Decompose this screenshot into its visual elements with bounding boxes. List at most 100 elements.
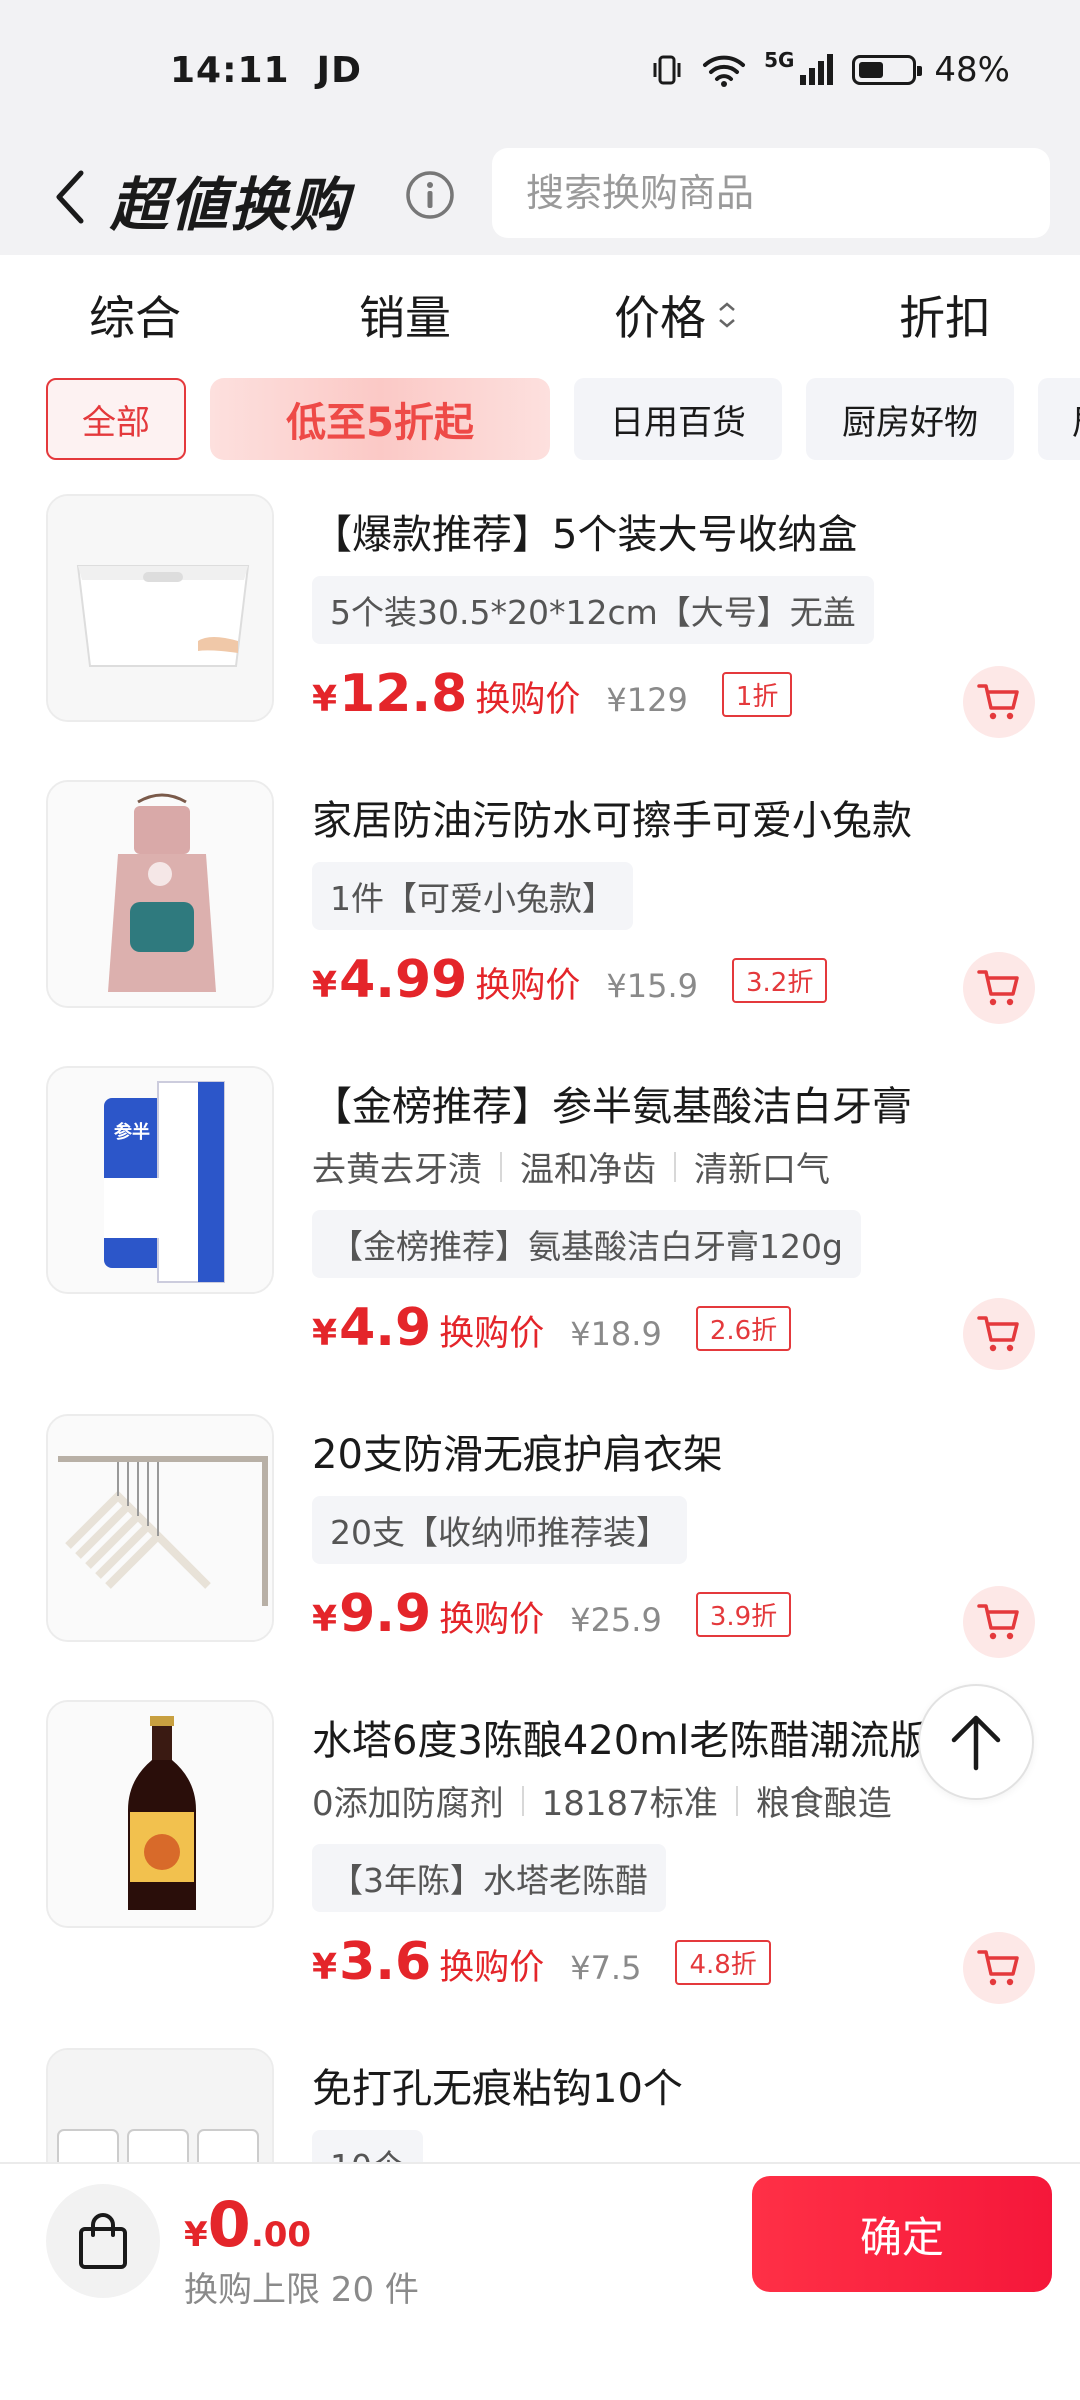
bottom-bar: ¥0.00 换购上限 20 件 确定 [0, 2162, 1080, 2400]
discount-badge: 2.6折 [695, 1306, 792, 1351]
header: 超値换购 [0, 140, 1080, 255]
product-image-storage-box[interactable] [46, 494, 274, 722]
cart-icon [977, 1316, 1019, 1352]
tab-sales[interactable]: 销量 [270, 255, 540, 375]
shopping-bag-icon [79, 2213, 127, 2269]
battery-icon [852, 55, 923, 85]
exchange-price: ¥3.6 [312, 1932, 432, 1992]
original-price: ¥7.5 [570, 1949, 642, 1987]
tab-label: 销量 [359, 291, 451, 345]
product-item[interactable]: 【爆款推荐】5个装大号收纳盒 5个装30.5*20*12cm【大号】无盖 ¥12… [0, 480, 1080, 766]
exchange-price-label: 换购价 [439, 1948, 545, 1988]
product-spec[interactable]: 【金榜推荐】氨基酸洁白牙膏120g [312, 1210, 861, 1278]
price-row: ¥4.99 换购价 ¥15.9 3.2折 [312, 950, 828, 1010]
cart-icon [977, 970, 1019, 1006]
tag: 0添加防腐剂 [312, 1784, 504, 1824]
tag: 清新口气 [694, 1150, 830, 1190]
product-image-brand-text: 参半 [114, 1122, 150, 1143]
add-to-cart-button[interactable] [963, 1932, 1035, 2004]
price-row: ¥4.9 换购价 ¥18.9 2.6折 [312, 1298, 792, 1358]
chip-all[interactable]: 全部 [46, 378, 186, 460]
exchange-price: ¥4.99 [312, 950, 468, 1010]
exchange-price: ¥4.9 [312, 1298, 432, 1358]
info-icon[interactable] [405, 170, 455, 220]
network-type: 5G [764, 48, 795, 72]
search-input[interactable] [526, 171, 1050, 215]
product-tags: 去黄去牙渍 温和净齿 清新口气 [312, 1142, 830, 1191]
original-price: ¥25.9 [570, 1601, 662, 1639]
exchange-price-label: 换购价 [439, 1600, 545, 1640]
tag-divider [500, 1151, 502, 1182]
discount-badge: 4.8折 [675, 1940, 771, 1985]
product-image-toothpaste[interactable]: 参半 [46, 1066, 274, 1294]
exchange-limit: 换购上限 20 件 [184, 2270, 419, 2310]
tag: 去黄去牙渍 [312, 1150, 482, 1190]
original-price: ¥15.9 [606, 967, 698, 1005]
status-icons: 5G 48% [650, 48, 1010, 90]
exchange-price: ¥12.8 [312, 664, 468, 724]
add-to-cart-button[interactable] [963, 1298, 1035, 1370]
scroll-to-top-button[interactable] [918, 1684, 1034, 1800]
tab-label: 综合 [89, 291, 181, 345]
exchange-bag-button[interactable] [46, 2184, 160, 2298]
product-title: 【爆款推荐】5个装大号收纳盒 [312, 512, 858, 558]
price-row: ¥9.9 换购价 ¥25.9 3.9折 [312, 1584, 792, 1644]
search-box[interactable] [492, 148, 1050, 238]
arrow-up-icon [951, 1715, 1001, 1771]
product-image-apron[interactable] [46, 780, 274, 1008]
product-title: 免打孔无痕粘钩10个 [312, 2066, 683, 2112]
tag-divider [735, 1785, 738, 1816]
tag: 粮食酿造 [755, 1784, 892, 1824]
chip-daily[interactable]: 日用百货 [574, 378, 782, 460]
sort-tabs: 综合 销量 价格 折扣 [0, 255, 1080, 375]
status-bar: 14:11 JD 5G 48% [0, 0, 1080, 140]
tag-divider [674, 1151, 676, 1182]
product-spec[interactable]: 1件【可爱小兔款】 [312, 862, 633, 930]
tab-comprehensive[interactable]: 综合 [0, 255, 270, 375]
price-row: ¥3.6 换购价 ¥7.5 4.8折 [312, 1932, 771, 1992]
product-item[interactable]: 20支防滑无痕护肩衣架 20支【收纳师推荐装】 ¥9.9 换购价 ¥25.9 3… [0, 1400, 1080, 1686]
category-chips: 全部 低至5折起 日用百货 厨房好物 居 [46, 378, 1080, 460]
tag: 18187标准 [541, 1784, 718, 1824]
cart-icon [977, 1604, 1019, 1640]
page-title: 超値换购 [110, 171, 351, 239]
confirm-button[interactable]: 确定 [752, 2176, 1052, 2292]
product-spec[interactable]: 5个装30.5*20*12cm【大号】无盖 [312, 576, 874, 644]
chip-more[interactable]: 居 [1038, 378, 1080, 460]
sort-arrows-icon [718, 302, 736, 328]
tab-discount[interactable]: 折扣 [810, 255, 1080, 375]
tag-divider [521, 1785, 524, 1816]
product-title: 20支防滑无痕护肩衣架 [312, 1432, 723, 1478]
back-button[interactable] [40, 162, 100, 232]
tab-label: 折扣 [899, 291, 991, 345]
discount-badge: 3.2折 [732, 958, 828, 1003]
product-image-hangers[interactable] [46, 1414, 274, 1642]
discount-badge: 1折 [721, 672, 793, 717]
page: 14:11 JD 5G 48% 超値换购 综合 销量 价格 折扣 [0, 0, 1080, 2400]
status-time: 14:11 JD [170, 50, 362, 91]
vibrate-icon [653, 55, 681, 85]
add-to-cart-button[interactable] [963, 952, 1035, 1024]
product-item[interactable]: 家居防油污防水可擦手可爱小兔款 1件【可爱小兔款】 ¥4.99 换购价 ¥15.… [0, 766, 1080, 1052]
tab-price[interactable]: 价格 [540, 255, 810, 375]
original-price: ¥129 [606, 681, 688, 719]
product-item[interactable]: 参半 【金榜推荐】参半氨基酸洁白牙膏 去黄去牙渍 温和净齿 清新口气 【金榜推荐… [0, 1052, 1080, 1400]
add-to-cart-button[interactable] [963, 666, 1035, 738]
product-spec[interactable]: 【3年陈】水塔老陈醋 [312, 1844, 666, 1912]
total-price: ¥0.00 [184, 2188, 312, 2261]
exchange-price: ¥9.9 [312, 1584, 432, 1644]
chip-promo[interactable]: 低至5折起 [210, 378, 550, 460]
cart-icon [977, 684, 1019, 720]
product-title: 水塔6度3陈酿420ml老陈醋潮流版 [312, 1718, 930, 1764]
price-row: ¥12.8 换购价 ¥129 1折 [312, 664, 793, 724]
exchange-price-label: 换购价 [475, 966, 581, 1006]
tag: 温和净齿 [520, 1150, 656, 1190]
product-image-vinegar[interactable] [46, 1700, 274, 1928]
tab-label: 价格 [614, 291, 706, 345]
chip-kitchen[interactable]: 厨房好物 [806, 378, 1014, 460]
add-to-cart-button[interactable] [963, 1586, 1035, 1658]
product-spec[interactable]: 20支【收纳师推荐装】 [312, 1496, 687, 1564]
back-arrow-icon [56, 170, 84, 224]
battery-level: 48% [934, 50, 1010, 90]
exchange-price-label: 换购价 [439, 1314, 545, 1354]
